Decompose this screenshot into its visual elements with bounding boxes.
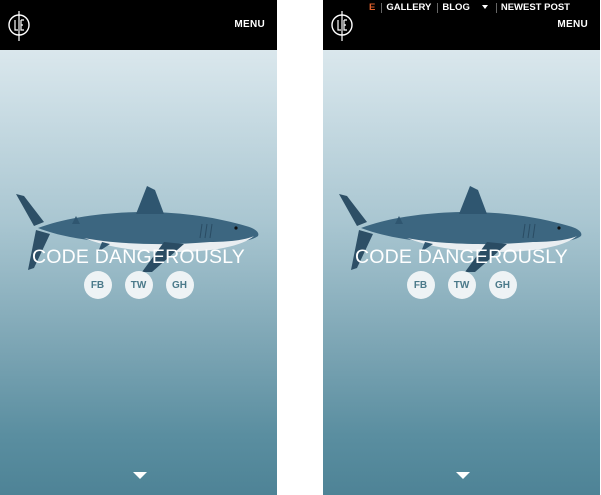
mobile-view-nav-visible: E GALLERY BLOG NEWEST POST MENU CODE DAN…	[323, 0, 600, 495]
social-links: FB TW GH	[0, 271, 277, 299]
twitter-button[interactable]: TW	[447, 271, 476, 299]
nav-item-gallery[interactable]: GALLERY	[382, 2, 435, 13]
nav-item-e[interactable]: E	[369, 2, 379, 13]
github-button[interactable]: GH	[165, 271, 194, 299]
menu-button[interactable]: MENU	[234, 19, 265, 30]
top-navigation-bar: MENU	[0, 0, 277, 50]
top-navigation-bar: E GALLERY BLOG NEWEST POST MENU	[323, 0, 600, 50]
nav-item-newest-post[interactable]: NEWEST POST	[497, 2, 574, 13]
social-links: FB TW GH	[323, 271, 600, 299]
nav-item-blog[interactable]: BLOG	[438, 2, 473, 13]
facebook-button[interactable]: FB	[83, 271, 112, 299]
mobile-view-menu-collapsed: MENU CODE DANGEROUSLY FB TW GH	[0, 0, 277, 495]
monogram-logo[interactable]	[6, 10, 32, 42]
monogram-logo[interactable]	[329, 10, 355, 42]
twitter-button[interactable]: TW	[124, 271, 153, 299]
github-button[interactable]: GH	[488, 271, 517, 299]
hero-headline: CODE DANGEROUSLY	[354, 246, 569, 268]
hero-headline: CODE DANGEROUSLY	[31, 246, 246, 268]
scroll-down-icon[interactable]	[456, 472, 470, 479]
scroll-down-icon[interactable]	[133, 472, 147, 479]
caret-down-icon[interactable]	[481, 4, 488, 9]
nav-links: E GALLERY BLOG NEWEST POST	[369, 1, 574, 14]
facebook-button[interactable]: FB	[406, 271, 435, 299]
menu-button[interactable]: MENU	[557, 19, 588, 30]
